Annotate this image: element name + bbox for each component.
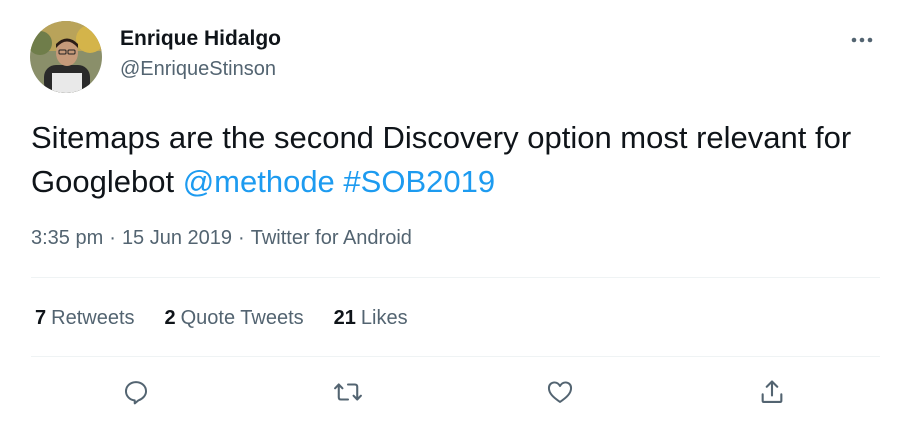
divider: [31, 356, 880, 357]
meta-separator: ·: [109, 227, 116, 249]
tweet-card: Enrique Hidalgo @EnriqueStinson Sitemaps…: [0, 0, 912, 433]
tweet-date[interactable]: 15 Jun 2019: [122, 227, 232, 249]
retweet-icon: [333, 378, 363, 406]
reply-button[interactable]: [118, 374, 154, 410]
retweets-label: Retweets: [51, 307, 135, 329]
like-icon: [546, 378, 574, 406]
tweet-stats: 7 Retweets 2 Quote Tweets 21 Likes: [35, 307, 438, 330]
quote-tweets-label: Quote Tweets: [180, 307, 304, 329]
retweets-count: 7: [35, 307, 47, 329]
more-icon: [850, 31, 874, 49]
tweet-time[interactable]: 3:35 pm: [31, 227, 103, 249]
share-button[interactable]: [754, 374, 790, 410]
quote-tweets-count: 2: [164, 307, 176, 329]
likes-stat[interactable]: 21 Likes: [334, 307, 408, 330]
meta-separator: ·: [238, 227, 245, 249]
avatar[interactable]: [30, 21, 102, 93]
mention-link[interactable]: @methode: [183, 164, 335, 199]
quote-tweets-stat[interactable]: 2 Quote Tweets: [165, 307, 304, 330]
divider: [31, 277, 880, 278]
tweet-metadata: 3:35 pm · 15 Jun 2019 · Twitter for Android: [31, 227, 412, 250]
retweets-stat[interactable]: 7 Retweets: [35, 307, 135, 330]
likes-label: Likes: [360, 307, 408, 329]
author-name[interactable]: Enrique Hidalgo: [120, 27, 281, 51]
author-handle[interactable]: @EnriqueStinson: [120, 58, 276, 81]
like-button[interactable]: [542, 374, 578, 410]
share-icon: [758, 378, 786, 406]
more-options-button[interactable]: [842, 26, 882, 54]
retweet-button[interactable]: [330, 374, 366, 410]
tweet-source[interactable]: Twitter for Android: [251, 227, 412, 249]
reply-icon: [122, 378, 150, 406]
likes-count: 21: [333, 307, 356, 329]
tweet-text: Sitemaps are the second Discovery option…: [31, 116, 881, 204]
hashtag-link[interactable]: #SOB2019: [343, 164, 495, 199]
